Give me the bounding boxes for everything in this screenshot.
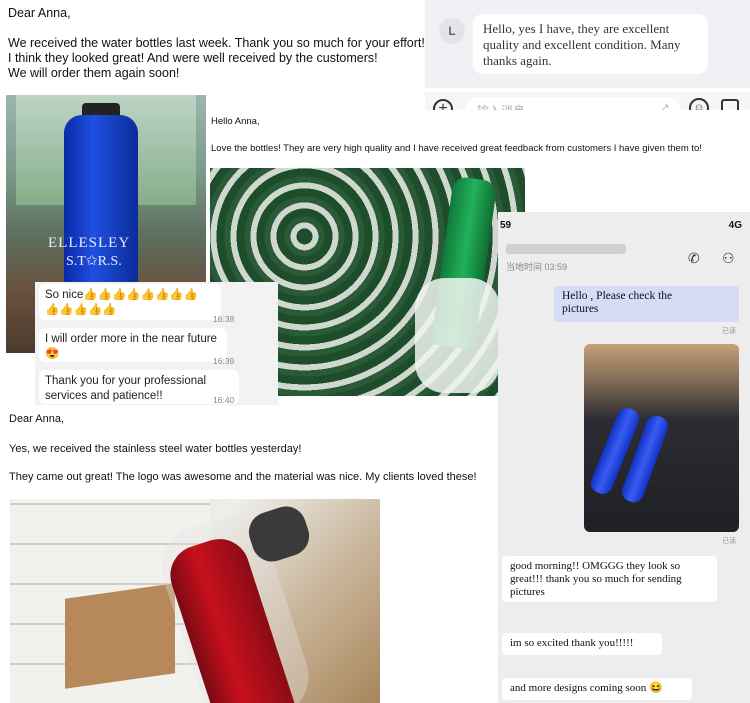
- message-line: services and patience!!: [45, 390, 163, 402]
- last-seen-time: 当地时间 03:59: [506, 262, 568, 272]
- letter2-line1: Yes, we received the stainless steel wat…: [9, 443, 302, 455]
- phone-chat-screen: 59 4G 当地时间 03:59 ✆ ⚇ Hello , Please chec…: [498, 212, 750, 703]
- photo-blue-bottles-box[interactable]: [584, 344, 739, 532]
- message-line: great!!! thank you so much for sending: [510, 573, 682, 585]
- letter1-line2: I think they looked great! And were well…: [8, 51, 378, 65]
- status-bar-time: 59: [500, 220, 512, 231]
- call-icon[interactable]: ✆: [688, 250, 700, 267]
- bubble-wrap: [415, 278, 500, 393]
- timestamp: 16:39: [213, 356, 235, 366]
- chat-message-bubble: So nice👍👍👍👍👍👍👍👍 👍👍👍👍👍: [39, 284, 221, 320]
- email-letter-1: Dear Anna, We received the water bottles…: [0, 0, 425, 92]
- message-line: I will order more in the near future: [45, 333, 217, 345]
- letter1-greeting: Dear Anna,: [8, 6, 71, 20]
- message-line: pictures: [510, 586, 545, 598]
- chat-message-bubble: I will order more in the near future 😍: [39, 328, 227, 362]
- message-line: Hello , Please check the: [562, 290, 673, 302]
- status-bar-network: 4G: [728, 220, 742, 231]
- open-carton: [65, 583, 175, 689]
- timestamp: 16:40: [213, 395, 235, 405]
- timestamp: 16:38: [213, 314, 235, 324]
- message-line: 👍👍👍👍👍: [45, 304, 117, 316]
- message-line: So nice👍👍👍👍👍👍👍👍: [45, 289, 198, 301]
- bottle-logo-text-2: S.T✩R.S.: [66, 254, 122, 269]
- incoming-message: and more designs coming soon 😆: [502, 678, 692, 700]
- incoming-message: good morning!! OMGGG they look so great!…: [502, 556, 717, 602]
- hello-body: Love the bottles! They are very high qua…: [211, 143, 702, 154]
- avatar[interactable]: L: [439, 18, 465, 44]
- message-line: Hello, yes I have, they are excellent: [483, 21, 670, 36]
- letter2-greeting: Dear Anna,: [9, 413, 65, 425]
- bottle-logo-text: ELLESLEY: [48, 235, 131, 251]
- message-line: good morning!! OMGGG they look so: [510, 560, 681, 572]
- letter1-line1: We received the water bottles last week.…: [8, 36, 425, 50]
- contact-name-blurred: [506, 244, 626, 254]
- hello-greeting: Hello Anna,: [211, 116, 260, 127]
- photo-red-bottle: [10, 499, 380, 703]
- outgoing-message: Hello , Please check the pictures: [554, 286, 739, 322]
- incoming-message: im so excited thank you!!!!!: [502, 633, 662, 655]
- chat-panel-top: L Hello, yes I have, they are excellent …: [425, 0, 750, 88]
- email-letter-2: Dear Anna, Yes, we received the stainles…: [0, 405, 497, 497]
- email-hello-anna: Hello Anna, Love the bottles! They are v…: [207, 110, 750, 170]
- read-receipt: 已读: [722, 328, 736, 335]
- profile-icon[interactable]: ⚇: [722, 250, 735, 267]
- letter1-line3: We will order them again soon!: [8, 66, 180, 80]
- message-line: thanks again.: [483, 53, 552, 68]
- message-line: Thank you for your professional: [45, 375, 207, 387]
- chat-snippet: So nice👍👍👍👍👍👍👍👍 👍👍👍👍👍 16:38 I will order…: [35, 282, 278, 407]
- letter2-line2: They came out great! The logo was awesom…: [9, 471, 477, 483]
- chat-message-bubble: Hello, yes I have, they are excellent qu…: [473, 14, 708, 74]
- chat-message-bubble: Thank you for your professional services…: [39, 370, 239, 404]
- read-receipt: 已读: [722, 538, 736, 545]
- message-line: pictures: [562, 303, 599, 315]
- message-line: 😍: [45, 348, 60, 360]
- message-line: quality and excellent condition. Many: [483, 37, 681, 52]
